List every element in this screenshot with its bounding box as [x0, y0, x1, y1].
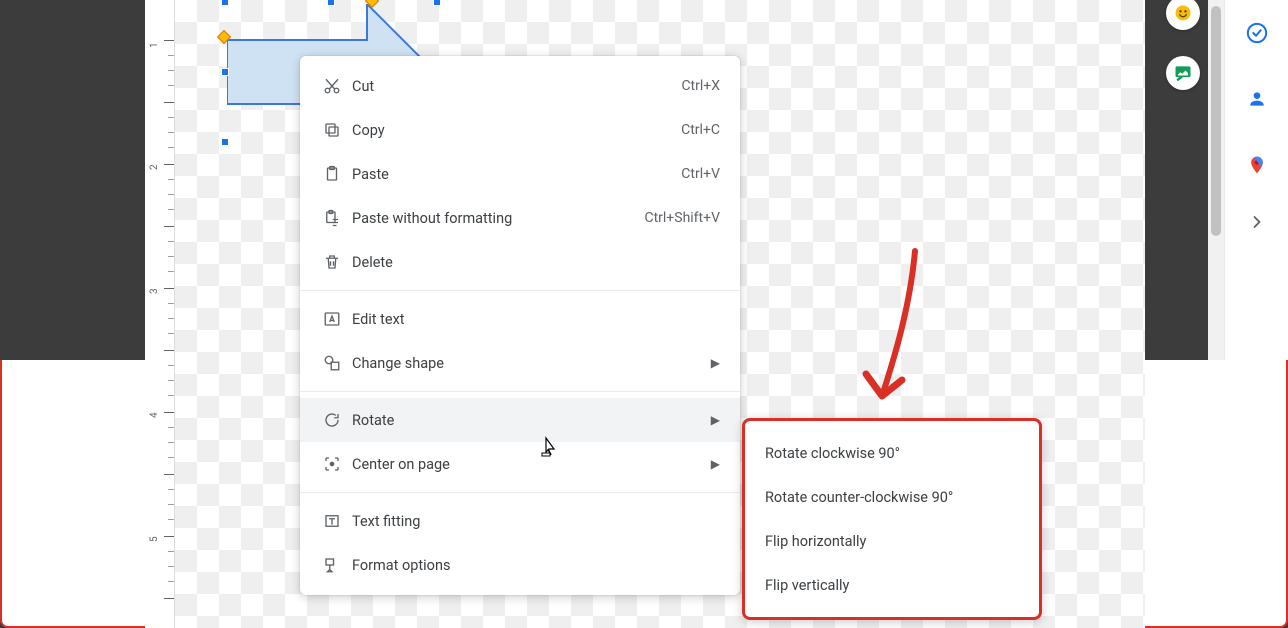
- menu-separator: [300, 290, 740, 291]
- menu-item-paste-no-format[interactable]: Paste without formatting Ctrl+Shift+V: [300, 196, 740, 240]
- submenu-rotate-clockwise[interactable]: Rotate clockwise 90°: [745, 431, 1039, 475]
- format-options-icon: [318, 556, 346, 574]
- rotate-icon: [318, 411, 346, 429]
- change-shape-icon: [318, 354, 346, 372]
- contacts-icon[interactable]: [1225, 66, 1288, 132]
- paste-icon: [318, 165, 346, 183]
- ruler-label: 2: [149, 164, 160, 170]
- maps-icon[interactable]: [1225, 132, 1288, 198]
- center-icon: [318, 455, 346, 473]
- side-panel-expand-icon[interactable]: [1225, 198, 1288, 246]
- ruler-label: 3: [149, 288, 160, 294]
- paste-plain-icon: [318, 209, 346, 227]
- menu-label: Paste without formatting: [352, 210, 512, 227]
- resize-handle[interactable]: [327, 0, 335, 6]
- menu-shortcut: Ctrl+C: [681, 122, 720, 138]
- menu-item-cut[interactable]: Cut Ctrl+X: [300, 64, 740, 108]
- context-menu: Cut Ctrl+X Copy Ctrl+C Paste Ctrl+V Past…: [300, 56, 740, 595]
- menu-label: Format options: [352, 557, 450, 574]
- menu-separator: [300, 391, 740, 392]
- chevron-right-icon: ▶: [711, 356, 720, 370]
- resize-handle[interactable]: [221, 138, 229, 146]
- menu-item-text-fitting[interactable]: Text fitting: [300, 499, 740, 543]
- emoji-reaction-button[interactable]: [1166, 0, 1200, 30]
- submenu-flip-vertical[interactable]: Flip vertically: [745, 563, 1039, 607]
- menu-label: Change shape: [352, 355, 444, 372]
- menu-item-center-on-page[interactable]: Center on page ▶: [300, 442, 740, 486]
- vertical-scrollbar[interactable]: [1208, 0, 1224, 360]
- menu-label: Copy: [352, 122, 385, 139]
- resize-handle[interactable]: [221, 0, 229, 6]
- menu-label: Cut: [352, 78, 374, 95]
- chevron-right-icon: ▶: [711, 457, 720, 471]
- menu-label: Center on page: [352, 456, 450, 473]
- resize-handle[interactable]: [221, 68, 229, 76]
- submenu-flip-horizontal[interactable]: Flip horizontally: [745, 519, 1039, 563]
- chevron-right-icon: ▶: [711, 413, 720, 427]
- edit-text-icon: [318, 310, 346, 328]
- ruler-label: 1: [149, 42, 160, 48]
- menu-item-paste[interactable]: Paste Ctrl+V: [300, 152, 740, 196]
- ruler-label: 4: [149, 412, 160, 418]
- menu-separator: [300, 492, 740, 493]
- menu-shortcut: Ctrl+V: [681, 166, 720, 182]
- side-panel: [1224, 0, 1288, 360]
- ruler-label: 5: [149, 536, 160, 542]
- text-fitting-icon: [318, 512, 346, 530]
- menu-label: Edit text: [352, 311, 405, 328]
- submenu-label: Rotate counter-clockwise 90°: [765, 489, 953, 506]
- menu-label: Paste: [352, 166, 389, 183]
- menu-label: Text fitting: [352, 513, 420, 530]
- submenu-label: Rotate clockwise 90°: [765, 445, 900, 462]
- menu-label: Rotate: [352, 412, 394, 429]
- menu-label: Delete: [352, 254, 393, 271]
- menu-item-format-options[interactable]: Format options: [300, 543, 740, 587]
- scrollbar-thumb[interactable]: [1211, 6, 1221, 236]
- menu-item-copy[interactable]: Copy Ctrl+C: [300, 108, 740, 152]
- cut-icon: [318, 77, 346, 95]
- menu-item-edit-text[interactable]: Edit text: [300, 297, 740, 341]
- menu-shortcut: Ctrl+X: [681, 78, 720, 94]
- tasks-icon[interactable]: [1225, 0, 1288, 66]
- rotate-submenu: Rotate clockwise 90° Rotate counter-cloc…: [742, 418, 1042, 620]
- resize-handle[interactable]: [433, 0, 441, 6]
- app-background: 1 2 3 4 5: [0, 0, 1288, 628]
- comment-image-button[interactable]: [1166, 56, 1200, 90]
- menu-item-rotate[interactable]: Rotate ▶: [300, 398, 740, 442]
- menu-item-change-shape[interactable]: Change shape ▶: [300, 341, 740, 385]
- copy-icon: [318, 121, 346, 139]
- submenu-label: Flip vertically: [765, 577, 849, 594]
- submenu-rotate-counter-clockwise[interactable]: Rotate counter-clockwise 90°: [745, 475, 1039, 519]
- menu-shortcut: Ctrl+Shift+V: [644, 210, 720, 226]
- submenu-label: Flip horizontally: [765, 533, 866, 550]
- vertical-ruler: 1 2 3 4 5: [145, 0, 175, 628]
- delete-icon: [318, 253, 346, 271]
- menu-item-delete[interactable]: Delete: [300, 240, 740, 284]
